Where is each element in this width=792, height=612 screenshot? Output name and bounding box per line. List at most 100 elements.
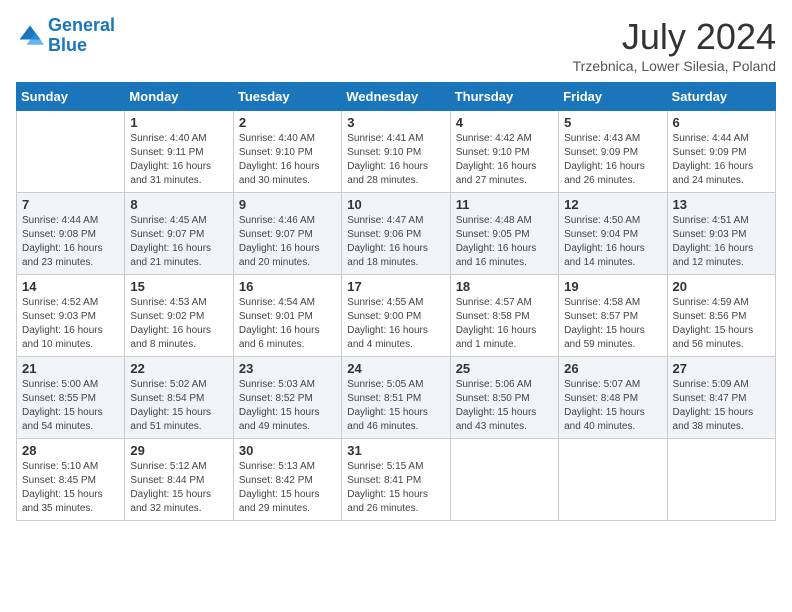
day-info: Sunrise: 4:40 AM Sunset: 9:10 PM Dayligh… xyxy=(239,132,336,188)
day-number: 25 xyxy=(456,361,553,376)
day-cell-30: 30 Sunrise: 5:13 AM Sunset: 8:42 PM Dayli… xyxy=(233,439,341,521)
day-cell-7: 7Sunrise: 4:44 AM Sunset: 9:08 PM Daylig… xyxy=(17,193,125,275)
day-info: Sunrise: 5:00 AM Sunset: 8:55 PM Dayligh… xyxy=(22,378,119,434)
day-number: 7 xyxy=(22,197,119,212)
day-cell-29: 29Sunrise: 5:12 AM Sunset: 8:44 PM Dayli… xyxy=(125,439,233,521)
day-cell-26: 26 Sunrise: 5:07 AM Sunset: 8:48 PM Dayli… xyxy=(559,357,667,439)
page-header: General Blue July 2024 Trzebnica, Lower … xyxy=(16,16,776,74)
month-title: July 2024 xyxy=(573,16,776,58)
day-cell-2: 2 Sunrise: 4:40 AM Sunset: 9:10 PM Daylig… xyxy=(233,111,341,193)
day-info: Sunrise: 4:55 AM Sunset: 9:00 PM Dayligh… xyxy=(347,296,444,352)
day-number: 8 xyxy=(130,197,227,212)
col-header-friday: Friday xyxy=(559,83,667,111)
day-info: Sunrise: 5:07 AM Sunset: 8:48 PM Dayligh… xyxy=(564,378,661,434)
day-cell-1: 1 Sunrise: 4:40 AM Sunset: 9:11 PM Daylig… xyxy=(125,111,233,193)
day-info: Sunrise: 4:40 AM Sunset: 9:11 PM Dayligh… xyxy=(130,132,227,188)
day-info: Sunrise: 4:44 AM Sunset: 9:09 PM Dayligh… xyxy=(673,132,770,188)
col-header-thursday: Thursday xyxy=(450,83,558,111)
week-row-4: 21 Sunrise: 5:00 AM Sunset: 8:55 PM Dayli… xyxy=(17,357,776,439)
day-number: 30 xyxy=(239,443,336,458)
day-cell-28: 28Sunrise: 5:10 AM Sunset: 8:45 PM Dayli… xyxy=(17,439,125,521)
logo: General Blue xyxy=(16,16,115,56)
day-info: Sunrise: 4:45 AM Sunset: 9:07 PM Dayligh… xyxy=(130,214,227,270)
day-info: Sunrise: 5:10 AM Sunset: 8:45 PM Dayligh… xyxy=(22,460,119,516)
logo-blue: Blue xyxy=(48,35,87,55)
day-cell-31: 31 Sunrise: 5:15 AM Sunset: 8:41 PM Dayli… xyxy=(342,439,450,521)
day-cell-25: 25 Sunrise: 5:06 AM Sunset: 8:50 PM Dayli… xyxy=(450,357,558,439)
day-number: 6 xyxy=(673,115,770,130)
day-number: 5 xyxy=(564,115,661,130)
day-number: 26 xyxy=(564,361,661,376)
day-number: 12 xyxy=(564,197,661,212)
day-cell-19: 19 Sunrise: 4:58 AM Sunset: 8:57 PM Dayli… xyxy=(559,275,667,357)
day-info: Sunrise: 5:03 AM Sunset: 8:52 PM Dayligh… xyxy=(239,378,336,434)
day-info: Sunrise: 4:47 AM Sunset: 9:06 PM Dayligh… xyxy=(347,214,444,270)
day-info: Sunrise: 4:58 AM Sunset: 8:57 PM Dayligh… xyxy=(564,296,661,352)
day-info: Sunrise: 4:46 AM Sunset: 9:07 PM Dayligh… xyxy=(239,214,336,270)
empty-cell xyxy=(17,111,125,193)
day-cell-23: 23Sunrise: 5:03 AM Sunset: 8:52 PM Dayli… xyxy=(233,357,341,439)
day-number: 14 xyxy=(22,279,119,294)
day-number: 13 xyxy=(673,197,770,212)
col-header-saturday: Saturday xyxy=(667,83,775,111)
day-info: Sunrise: 4:41 AM Sunset: 9:10 PM Dayligh… xyxy=(347,132,444,188)
day-info: Sunrise: 4:51 AM Sunset: 9:03 PM Dayligh… xyxy=(673,214,770,270)
day-number: 3 xyxy=(347,115,444,130)
empty-cell xyxy=(559,439,667,521)
day-cell-17: 17 Sunrise: 4:55 AM Sunset: 9:00 PM Dayli… xyxy=(342,275,450,357)
day-info: Sunrise: 4:54 AM Sunset: 9:01 PM Dayligh… xyxy=(239,296,336,352)
day-cell-14: 14 Sunrise: 4:52 AM Sunset: 9:03 PM Dayli… xyxy=(17,275,125,357)
day-number: 19 xyxy=(564,279,661,294)
day-number: 31 xyxy=(347,443,444,458)
day-cell-6: 6 Sunrise: 4:44 AM Sunset: 9:09 PM Daylig… xyxy=(667,111,775,193)
day-info: Sunrise: 4:57 AM Sunset: 8:58 PM Dayligh… xyxy=(456,296,553,352)
day-cell-8: 8 Sunrise: 4:45 AM Sunset: 9:07 PM Daylig… xyxy=(125,193,233,275)
week-row-5: 28Sunrise: 5:10 AM Sunset: 8:45 PM Dayli… xyxy=(17,439,776,521)
day-number: 20 xyxy=(673,279,770,294)
week-row-1: 1 Sunrise: 4:40 AM Sunset: 9:11 PM Daylig… xyxy=(17,111,776,193)
col-header-sunday: Sunday xyxy=(17,83,125,111)
day-info: Sunrise: 5:13 AM Sunset: 8:42 PM Dayligh… xyxy=(239,460,336,516)
day-info: Sunrise: 4:59 AM Sunset: 8:56 PM Dayligh… xyxy=(673,296,770,352)
day-cell-4: 4Sunrise: 4:42 AM Sunset: 9:10 PM Daylig… xyxy=(450,111,558,193)
col-header-tuesday: Tuesday xyxy=(233,83,341,111)
logo-icon xyxy=(16,22,44,50)
day-cell-15: 15Sunrise: 4:53 AM Sunset: 9:02 PM Dayli… xyxy=(125,275,233,357)
day-number: 24 xyxy=(347,361,444,376)
day-cell-27: 27 Sunrise: 5:09 AM Sunset: 8:47 PM Dayli… xyxy=(667,357,775,439)
empty-cell xyxy=(450,439,558,521)
day-cell-13: 13 Sunrise: 4:51 AM Sunset: 9:03 PM Dayli… xyxy=(667,193,775,275)
day-number: 27 xyxy=(673,361,770,376)
day-number: 21 xyxy=(22,361,119,376)
day-info: Sunrise: 4:50 AM Sunset: 9:04 PM Dayligh… xyxy=(564,214,661,270)
day-info: Sunrise: 4:43 AM Sunset: 9:09 PM Dayligh… xyxy=(564,132,661,188)
day-info: Sunrise: 5:12 AM Sunset: 8:44 PM Dayligh… xyxy=(130,460,227,516)
day-cell-11: 11 Sunrise: 4:48 AM Sunset: 9:05 PM Dayli… xyxy=(450,193,558,275)
title-area: July 2024 Trzebnica, Lower Silesia, Pola… xyxy=(573,16,776,74)
day-number: 11 xyxy=(456,197,553,212)
day-number: 17 xyxy=(347,279,444,294)
day-cell-18: 18Sunrise: 4:57 AM Sunset: 8:58 PM Dayli… xyxy=(450,275,558,357)
day-info: Sunrise: 5:15 AM Sunset: 8:41 PM Dayligh… xyxy=(347,460,444,516)
day-cell-12: 12 Sunrise: 4:50 AM Sunset: 9:04 PM Dayli… xyxy=(559,193,667,275)
day-info: Sunrise: 4:42 AM Sunset: 9:10 PM Dayligh… xyxy=(456,132,553,188)
day-info: Sunrise: 4:52 AM Sunset: 9:03 PM Dayligh… xyxy=(22,296,119,352)
week-row-2: 7Sunrise: 4:44 AM Sunset: 9:08 PM Daylig… xyxy=(17,193,776,275)
day-number: 1 xyxy=(130,115,227,130)
empty-cell xyxy=(667,439,775,521)
day-cell-20: 20 Sunrise: 4:59 AM Sunset: 8:56 PM Dayli… xyxy=(667,275,775,357)
day-cell-22: 22Sunrise: 5:02 AM Sunset: 8:54 PM Dayli… xyxy=(125,357,233,439)
day-info: Sunrise: 4:48 AM Sunset: 9:05 PM Dayligh… xyxy=(456,214,553,270)
day-cell-16: 16Sunrise: 4:54 AM Sunset: 9:01 PM Dayli… xyxy=(233,275,341,357)
day-info: Sunrise: 5:02 AM Sunset: 8:54 PM Dayligh… xyxy=(130,378,227,434)
day-info: Sunrise: 5:09 AM Sunset: 8:47 PM Dayligh… xyxy=(673,378,770,434)
col-header-wednesday: Wednesday xyxy=(342,83,450,111)
day-info: Sunrise: 5:05 AM Sunset: 8:51 PM Dayligh… xyxy=(347,378,444,434)
header-row: SundayMondayTuesdayWednesdayThursdayFrid… xyxy=(17,83,776,111)
day-info: Sunrise: 5:06 AM Sunset: 8:50 PM Dayligh… xyxy=(456,378,553,434)
day-number: 10 xyxy=(347,197,444,212)
logo-general: General xyxy=(48,15,115,35)
day-cell-9: 9Sunrise: 4:46 AM Sunset: 9:07 PM Daylig… xyxy=(233,193,341,275)
day-number: 2 xyxy=(239,115,336,130)
day-cell-24: 24 Sunrise: 5:05 AM Sunset: 8:51 PM Dayli… xyxy=(342,357,450,439)
